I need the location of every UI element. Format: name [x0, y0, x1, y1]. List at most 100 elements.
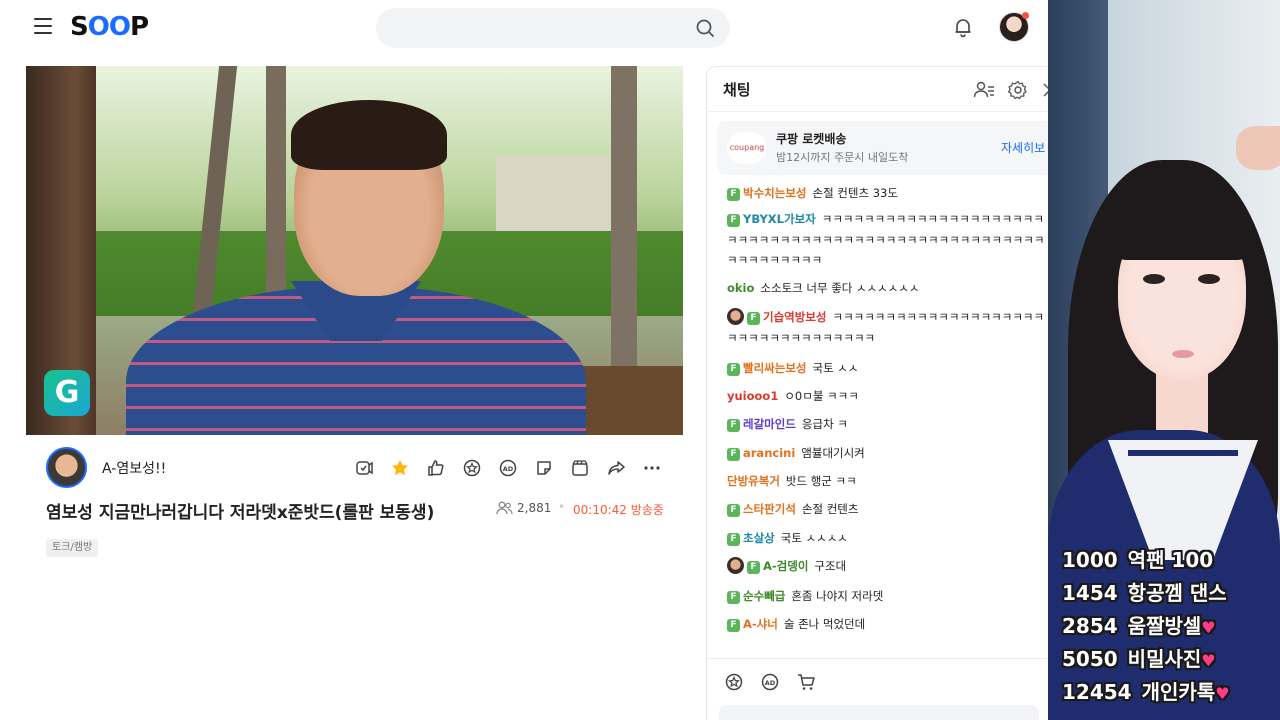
cam-hand	[1236, 126, 1280, 170]
channel-watermark: G	[44, 370, 90, 416]
fan-badge-icon: F	[727, 533, 740, 546]
chat-input[interactable]	[719, 705, 1039, 720]
chat-message: F 기습역방보성 ㅋㅋㅋㅋㅋㅋㅋㅋㅋㅋㅋㅋㅋㅋㅋㅋㅋㅋㅋㅋㅋㅋㅋㅋㅋㅋㅋㅋㅋㅋㅋㅋㅋ…	[727, 307, 1048, 348]
video-player[interactable]: G	[26, 66, 683, 435]
cam-person-bangs	[1114, 190, 1250, 260]
clapper-icon	[571, 459, 588, 476]
chat-text: 밧드 행군 ㅋㅋ	[785, 474, 857, 488]
chat-nickname[interactable]: YBYXL가보자	[743, 212, 816, 226]
chat-message: F 스타판기석 손절 컨텐츠	[727, 499, 1048, 520]
video-tree-trunk	[266, 66, 286, 326]
chat-balloon-button[interactable]	[723, 671, 745, 693]
balloon-icon	[725, 673, 743, 691]
ad-icon: AD	[761, 673, 779, 691]
chat-nickname[interactable]: yuiooo1	[727, 389, 778, 403]
chat-user-list-icon[interactable]	[973, 80, 995, 100]
chat-user-avatar[interactable]	[727, 557, 744, 574]
chat-nickname[interactable]: 순수빼급	[743, 589, 785, 603]
bell-icon[interactable]	[952, 16, 974, 38]
sticker-button[interactable]	[532, 456, 555, 479]
separator-dot: •	[558, 500, 566, 514]
chat-nickname[interactable]: 단방유복거	[727, 474, 780, 488]
like-icon	[427, 459, 444, 476]
ad-balloon-button[interactable]: AD	[496, 456, 519, 479]
chat-message: F 박수치는보성 손절 컨텐츠 33도	[727, 183, 1048, 204]
fan-badge-icon: F	[727, 619, 740, 632]
streamer-avatar[interactable]	[46, 447, 87, 488]
logo-part-3: P	[129, 12, 149, 42]
chat-text: 손절 컨텐츠 33도	[812, 186, 898, 200]
chat-panel: 채팅 coupang 쿠팡 로켓배송 밤12시까지 주문시 내일도착 자세히보 …	[706, 66, 1048, 720]
streamer-name[interactable]: A-염보성!!	[102, 458, 166, 478]
donation-amount: 1454	[1062, 581, 1118, 605]
heart-icon: ♥	[1201, 651, 1216, 670]
chat-message: F 레갈마인드 응급차 ㅋ	[727, 414, 1048, 435]
chat-footer-divider	[707, 658, 1048, 659]
ad-subtitle: 밤12시까지 주문시 내일도착	[776, 151, 909, 164]
chat-tools: AD	[723, 671, 817, 693]
chat-nickname[interactable]: arancini	[743, 446, 795, 460]
fan-badge-icon: F	[727, 419, 740, 432]
fan-badge-icon: F	[727, 591, 740, 604]
gear-icon[interactable]	[1007, 79, 1029, 101]
star-balloon-button[interactable]	[460, 456, 483, 479]
chat-nickname[interactable]: 박수치는보성	[743, 186, 806, 200]
chat-text: 앰뷸대기시켜	[801, 446, 865, 460]
star-icon	[391, 459, 408, 475]
chat-nickname[interactable]: A-검뎅이	[763, 559, 808, 573]
chat-message: F 빨리싸는보성 국토 ㅅㅅ	[727, 358, 1048, 379]
chat-message: F YBYXL가보자 ㅋㅋㅋㅋㅋㅋㅋㅋㅋㅋㅋㅋㅋㅋㅋㅋㅋㅋㅋㅋㅋㅋㅋㅋㅋㅋㅋㅋㅋㅋㅋ…	[727, 209, 1048, 271]
chat-user-avatar[interactable]	[727, 308, 744, 325]
logo[interactable]: SOOP	[70, 12, 149, 42]
coupang-logo: coupang	[727, 132, 767, 164]
logo-part-1: S	[70, 12, 89, 42]
chat-nickname[interactable]: 스타판기석	[743, 502, 796, 516]
chat-message: yuiooo1 ㅇ0ㅁ불 ㅋㅋㅋ	[727, 386, 1048, 407]
search-icon[interactable]	[694, 17, 716, 39]
clip-button[interactable]	[568, 456, 591, 479]
chat-text: 구조대	[814, 559, 847, 573]
chat-nickname[interactable]: 초살상	[743, 531, 775, 545]
chat-title: 채팅	[723, 81, 751, 99]
action-bar: AD	[352, 456, 663, 480]
chat-nickname[interactable]: A-샤너	[743, 617, 778, 631]
donation-amount: 5050	[1062, 647, 1118, 671]
chat-message: 단방유복거 밧드 행군 ㅋㅋ	[727, 471, 1048, 492]
chat-text: 손절 컨텐츠	[801, 502, 859, 516]
chat-nickname[interactable]: 빨리싸는보성	[743, 361, 806, 375]
more-icon	[643, 465, 660, 470]
favorite-button[interactable]	[388, 456, 411, 479]
category-tag[interactable]: 토크/캠방	[46, 539, 99, 557]
chat-text: 국토 ㅅㅅㅅㅅ	[780, 531, 848, 545]
subscribe-button[interactable]	[352, 456, 375, 479]
fan-badge-icon: F	[747, 561, 760, 574]
hamburger-icon[interactable]	[34, 18, 52, 34]
donation-item: 1000 역팬 100	[1062, 544, 1213, 574]
donation-item: 1454 항공껨 댄스	[1062, 577, 1227, 607]
chat-nickname[interactable]: 레갈마인드	[743, 417, 796, 431]
donation-label: 움짤방셀	[1127, 614, 1202, 638]
share-button[interactable]	[604, 456, 627, 479]
donation-amount: 1000	[1062, 548, 1118, 572]
donation-item: 5050 비밀사진♥	[1062, 643, 1216, 673]
svg-text:AD: AD	[502, 465, 513, 473]
donation-label: 항공껨 댄스	[1127, 581, 1227, 605]
cart-icon	[798, 674, 815, 690]
viewer-count: 2,881	[517, 501, 552, 515]
ad-title: 쿠팡 로켓배송	[776, 132, 847, 146]
video-person-hair	[291, 100, 447, 170]
chat-shop-button[interactable]	[795, 671, 817, 693]
fan-badge-icon: F	[727, 363, 740, 376]
chat-text: 술 존나 먹었던데	[783, 617, 866, 631]
fan-badge-icon: F	[747, 312, 760, 325]
chat-nickname[interactable]: okio	[727, 281, 754, 295]
chat-ad-banner[interactable]: coupang 쿠팡 로켓배송 밤12시까지 주문시 내일도착 자세히보	[717, 121, 1048, 175]
like-button[interactable]	[424, 456, 447, 479]
search-input[interactable]	[376, 8, 730, 48]
donation-item: 12454 개인카톡♥	[1062, 676, 1230, 706]
chat-message: F 초살상 국토 ㅅㅅㅅㅅ	[727, 528, 1048, 549]
chat-nickname[interactable]: 기습역방보성	[763, 310, 826, 324]
chat-ad-button[interactable]: AD	[759, 671, 781, 693]
ad-details-link[interactable]: 자세히보	[1001, 139, 1045, 156]
more-button[interactable]	[640, 456, 663, 479]
